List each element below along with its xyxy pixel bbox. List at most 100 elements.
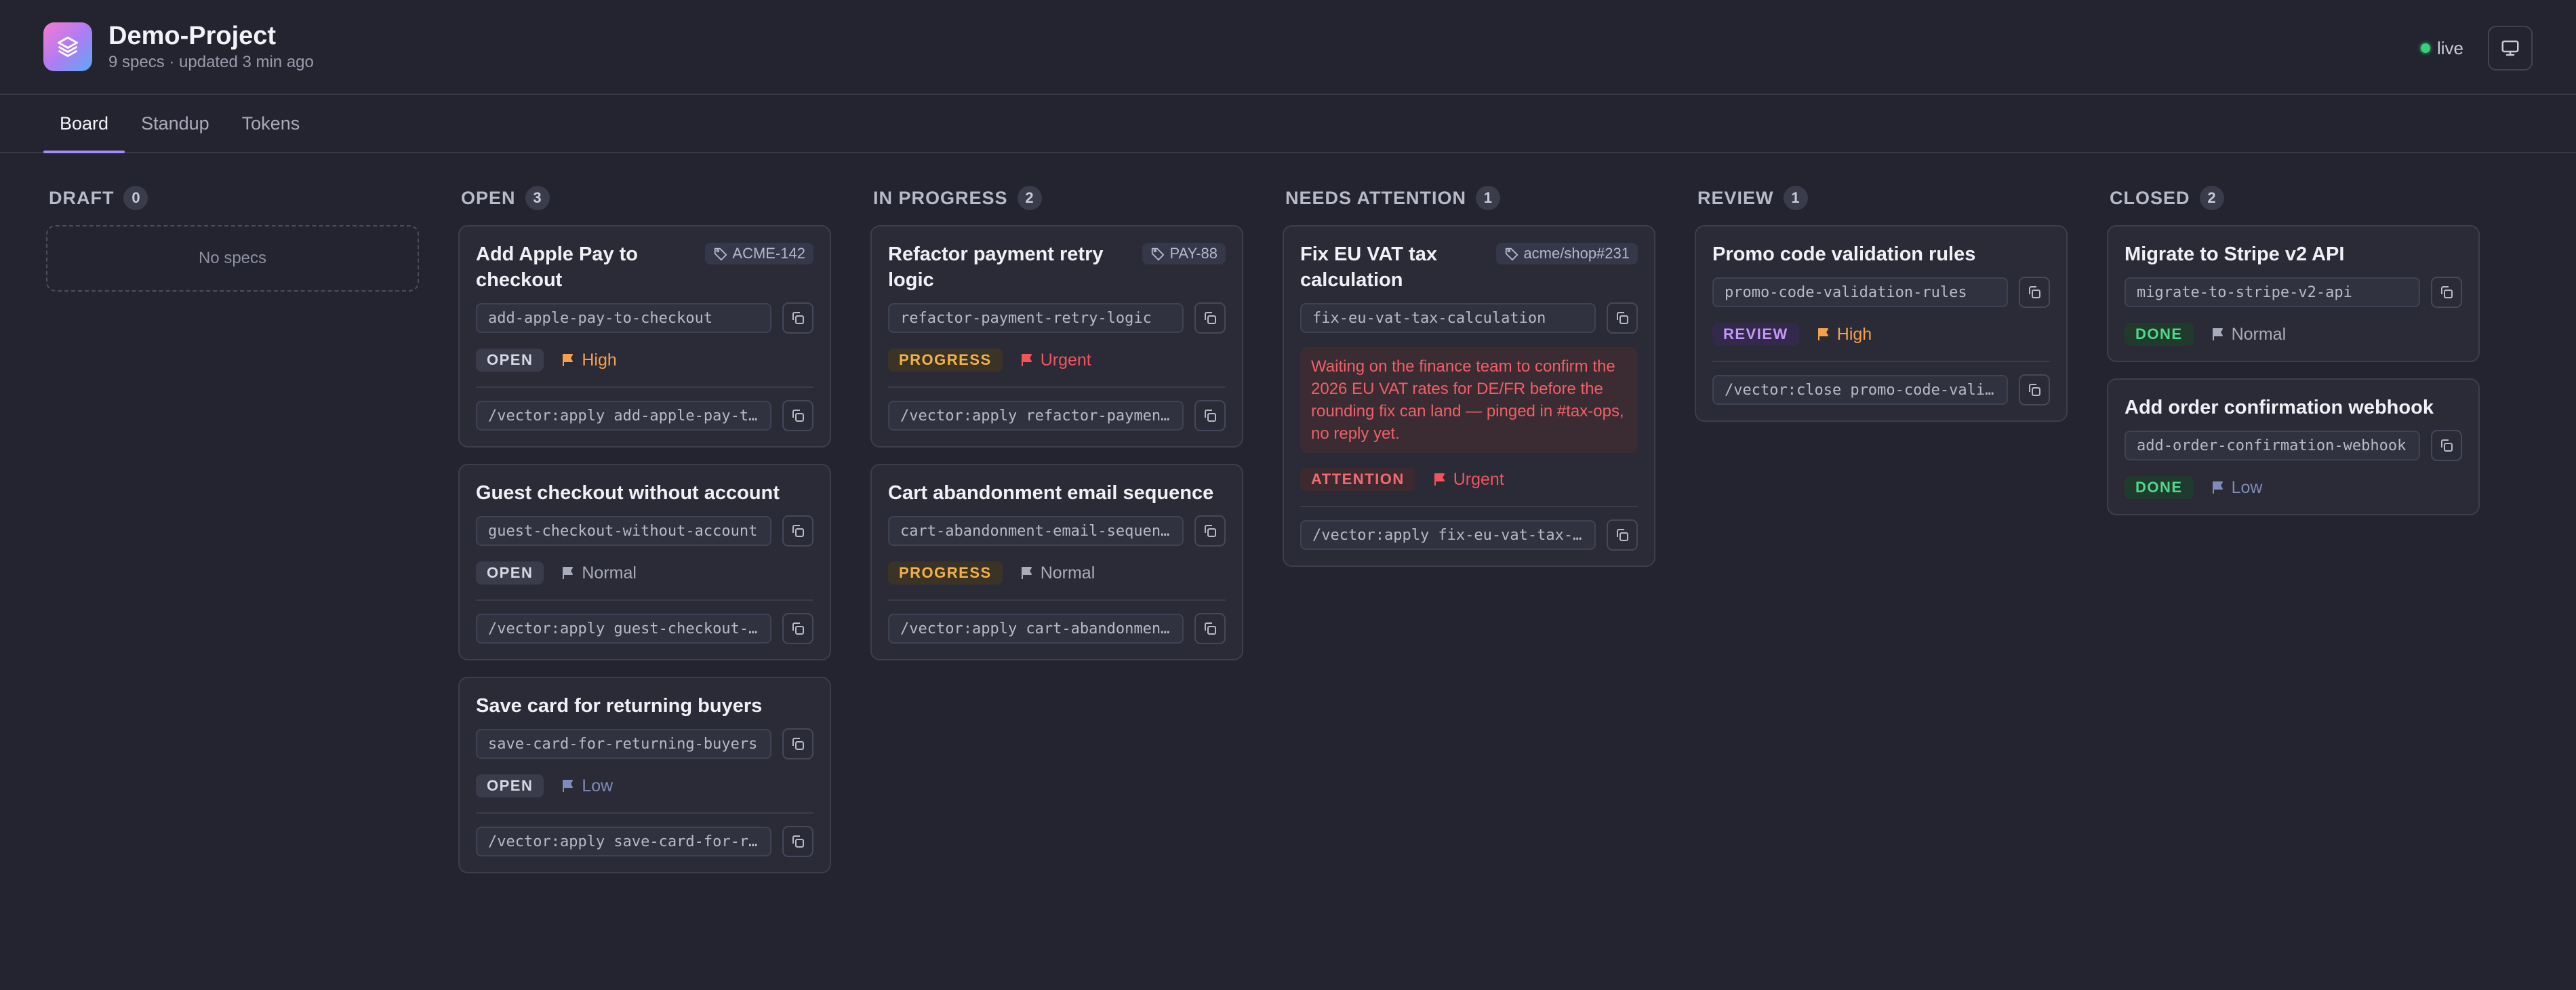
- spec-card[interactable]: Fix EU VAT tax calculation acme/shop#231 f…: [1283, 225, 1655, 567]
- flag-icon: [1432, 471, 1448, 488]
- copy-command-button[interactable]: [782, 826, 813, 857]
- card-header: Guest checkout without account: [476, 480, 813, 506]
- copy-slug-button[interactable]: [2431, 277, 2462, 308]
- column-header: REVIEW 1: [1695, 184, 2068, 212]
- ticket-id: acme/shop#231: [1523, 245, 1630, 262]
- command-text: /vector:apply guest-checkout-without-acc…: [488, 620, 759, 637]
- status-badge: OPEN: [476, 561, 544, 585]
- flag-icon: [1815, 326, 1832, 342]
- copy-icon: [2438, 437, 2455, 454]
- column-title: DRAFT: [49, 187, 115, 208]
- command-text: /vector:apply save-card-for-returning-bu…: [488, 833, 759, 850]
- column-header: DRAFT 0: [46, 184, 419, 212]
- command-text: /vector:close promo-code-validation-rule…: [1725, 381, 1996, 399]
- spec-slug: promo-code-validation-rules: [1712, 277, 2008, 307]
- layers-icon: [58, 37, 78, 57]
- copy-command-button[interactable]: [2019, 374, 2050, 405]
- slug-row: cart-abandonment-email-sequence: [888, 515, 1226, 547]
- copy-slug-button[interactable]: [2431, 430, 2462, 461]
- priority-indicator: Urgent: [1019, 351, 1091, 370]
- copy-icon: [2438, 284, 2455, 300]
- slug-row: add-apple-pay-to-checkout: [476, 302, 813, 334]
- copy-slug-button[interactable]: [782, 728, 813, 759]
- tab-board[interactable]: Board: [43, 95, 125, 153]
- tab-tokens[interactable]: Tokens: [226, 95, 317, 152]
- column-closed: CLOSED 2 Migrate to Stripe v2 API migrate-t…: [2107, 184, 2480, 890]
- command-field: /vector:apply add-apple-pay-to-checkout: [476, 401, 771, 431]
- priority-label: Normal: [2231, 324, 2287, 344]
- command-field: /vector:apply cart-abandonment-email-seq…: [888, 614, 1184, 644]
- column-header: IN PROGRESS 2: [870, 184, 1243, 212]
- spec-slug: migrate-to-stripe-v2-api: [2125, 277, 2420, 307]
- command-field: /vector:apply save-card-for-returning-bu…: [476, 827, 771, 856]
- command-field: /vector:apply fix-eu-vat-tax-calculation: [1300, 520, 1596, 550]
- spec-slug-text: promo-code-validation-rules: [1725, 283, 1967, 301]
- card-header: Migrate to Stripe v2 API: [2125, 241, 2462, 267]
- copy-slug-button[interactable]: [1194, 302, 1226, 334]
- spec-title: Refactor payment retry logic: [888, 243, 1104, 291]
- column-count-badge: 2: [2199, 186, 2224, 210]
- copy-command-button[interactable]: [1607, 519, 1638, 551]
- spec-slug: guest-checkout-without-account: [476, 516, 771, 546]
- spec-title: Save card for returning buyers: [476, 695, 763, 717]
- priority-label: Urgent: [1453, 469, 1504, 489]
- spec-card[interactable]: Add Apple Pay to checkout ACME-142 add-app…: [458, 225, 831, 448]
- copy-icon: [1614, 310, 1630, 326]
- slug-row: guest-checkout-without-account: [476, 515, 813, 547]
- spec-card[interactable]: Promo code validation rules promo-code-va…: [1695, 225, 2068, 422]
- priority-indicator: High: [560, 351, 617, 370]
- copy-command-button[interactable]: [1194, 400, 1226, 431]
- priority-indicator: Normal: [560, 563, 637, 583]
- copy-command-button[interactable]: [782, 613, 813, 644]
- card-meta: PROGRESS Normal: [888, 561, 1226, 585]
- ticket-link[interactable]: PAY-88: [1142, 243, 1226, 264]
- spec-card[interactable]: Cart abandonment email sequence cart-aban…: [870, 464, 1243, 660]
- spec-slug-text: add-apple-pay-to-checkout: [488, 309, 713, 327]
- copy-icon: [790, 523, 806, 539]
- priority-indicator: Low: [560, 776, 613, 796]
- flag-icon: [1019, 352, 1035, 368]
- card-meta: OPEN Low: [476, 774, 813, 797]
- copy-icon: [790, 736, 806, 752]
- card-header: Save card for returning buyers: [476, 693, 813, 719]
- spec-card[interactable]: Migrate to Stripe v2 API migrate-to-strip…: [2107, 225, 2480, 362]
- command-row: /vector:apply refactor-payment-retry-log…: [888, 400, 1226, 431]
- copy-icon: [2026, 382, 2042, 398]
- copy-slug-button[interactable]: [1194, 515, 1226, 547]
- spec-title: Migrate to Stripe v2 API: [2125, 243, 2345, 265]
- command-text: /vector:apply fix-eu-vat-tax-calculation: [1312, 526, 1584, 544]
- live-label: live: [2436, 37, 2463, 58]
- spec-card[interactable]: Guest checkout without account guest-chec…: [458, 464, 831, 660]
- flag-icon: [2210, 326, 2226, 342]
- copy-slug-button[interactable]: [782, 515, 813, 547]
- copy-icon: [2026, 284, 2042, 300]
- flag-icon: [560, 565, 576, 581]
- command-row: /vector:apply add-apple-pay-to-checkout: [476, 400, 813, 431]
- copy-slug-button[interactable]: [2019, 277, 2050, 308]
- slug-row: migrate-to-stripe-v2-api: [2125, 277, 2462, 308]
- copy-slug-button[interactable]: [1607, 302, 1638, 334]
- spec-slug-text: guest-checkout-without-account: [488, 522, 758, 540]
- copy-icon: [790, 620, 806, 637]
- status-badge: ATTENTION: [1300, 468, 1415, 491]
- status-badge: OPEN: [476, 774, 544, 797]
- status-badge: DONE: [2125, 323, 2194, 346]
- flag-icon: [560, 778, 576, 794]
- ticket-link[interactable]: acme/shop#231: [1496, 243, 1638, 264]
- card-divider: [888, 387, 1226, 388]
- copy-slug-button[interactable]: [782, 302, 813, 334]
- spec-card[interactable]: Add order confirmation webhook add-order-…: [2107, 378, 2480, 515]
- card-header: Add Apple Pay to checkout ACME-142: [476, 241, 813, 293]
- ticket-link[interactable]: ACME-142: [705, 243, 813, 264]
- display-toggle-button[interactable]: [2488, 26, 2533, 71]
- tab-standup[interactable]: Standup: [125, 95, 226, 152]
- spec-card[interactable]: Save card for returning buyers save-card-…: [458, 677, 831, 873]
- spec-slug: cart-abandonment-email-sequence: [888, 516, 1184, 546]
- spec-card[interactable]: Refactor payment retry logic PAY-88 refact…: [870, 225, 1243, 448]
- card-divider: [476, 599, 813, 601]
- ticket-id: ACME-142: [732, 245, 805, 262]
- card-meta: REVIEW High: [1712, 323, 2050, 346]
- copy-command-button[interactable]: [782, 400, 813, 431]
- live-dot-icon: [2420, 43, 2430, 53]
- copy-command-button[interactable]: [1194, 613, 1226, 644]
